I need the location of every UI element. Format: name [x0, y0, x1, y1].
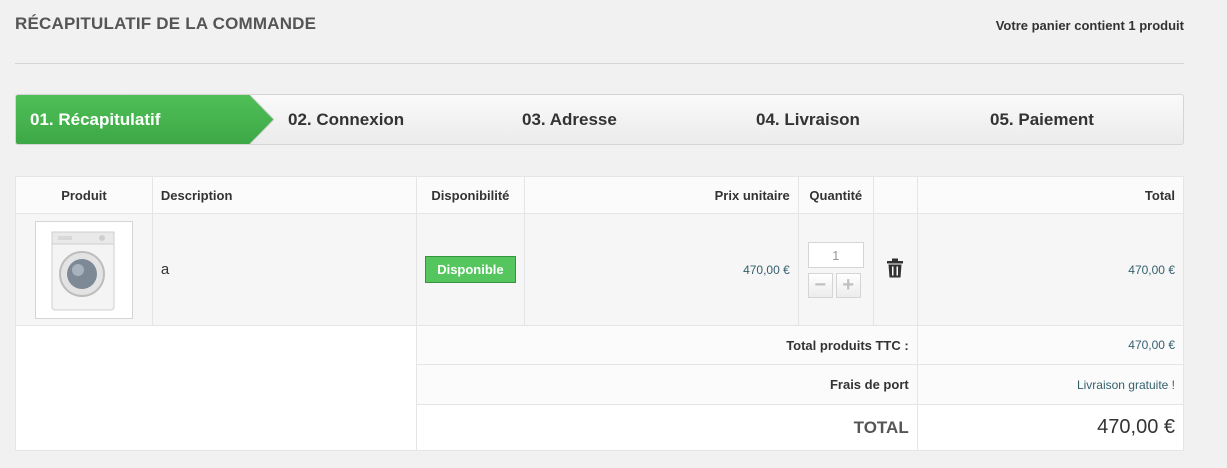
quantity-stepper: 1 − + [807, 241, 864, 298]
products-total-label: Total produits TTC : [416, 325, 918, 365]
product-description[interactable]: a [151, 213, 418, 326]
col-quantity: Quantité [797, 176, 874, 214]
row-total: 470,00 € [916, 213, 1185, 326]
quantity-increase-button[interactable]: + [835, 272, 861, 298]
cart-count: Votre panier contient 1 produit [995, 18, 1184, 33]
col-total: Total [916, 176, 1185, 214]
heading-divider [15, 63, 1184, 64]
trash-icon[interactable] [886, 258, 904, 278]
col-description: Description [151, 176, 418, 214]
quantity-input[interactable]: 1 [807, 241, 864, 268]
col-availability: Disponibilité [416, 176, 525, 214]
summary-products-row: Total produits TTC : 470,00 € [14, 325, 1185, 451]
product-image[interactable] [34, 220, 133, 319]
step-connexion[interactable]: 02. Connexion [250, 95, 484, 144]
checkout-steps: 01. Récapitulatif 02. Connexion 03. Adre… [15, 94, 1184, 145]
step-adresse[interactable]: 03. Adresse [484, 95, 718, 144]
step-paiement[interactable]: 05. Paiement [952, 95, 1183, 144]
shipping-value: Livraison gratuite ! [916, 364, 1185, 405]
grand-total-label: TOTAL [416, 404, 918, 451]
grand-total-value: 470,00 € [916, 404, 1185, 451]
product-image-cell [15, 213, 153, 326]
shipping-label-text: Frais de port [829, 377, 909, 392]
quantity-cell: 1 − + [797, 213, 874, 326]
delete-cell [872, 213, 918, 326]
quantity-decrease-button[interactable]: − [807, 272, 833, 298]
products-total-value: 470,00 € [916, 325, 1185, 365]
shipping-label: Frais de port [416, 364, 918, 405]
col-unit-price: Prix unitaire [523, 176, 799, 214]
col-delete [872, 176, 918, 214]
step-livraison[interactable]: 04. Livraison [718, 95, 952, 144]
col-product: Produit [15, 176, 153, 214]
cart-table: Produit Description Disponibilité Prix u… [14, 176, 1185, 451]
page-title: RÉCAPITULATIF DE LA COMMANDE [15, 14, 317, 33]
unit-price: 470,00 € [523, 213, 799, 326]
summary-blank [14, 325, 418, 451]
availability-cell: Disponible [416, 213, 525, 326]
washing-machine-icon [51, 231, 115, 310]
table-row: a Disponible 470,00 € 1 − + 470,00 € [15, 213, 1185, 326]
availability-badge: Disponible [425, 256, 516, 283]
step-recapitulatif[interactable]: 01. Récapitulatif [16, 95, 274, 144]
